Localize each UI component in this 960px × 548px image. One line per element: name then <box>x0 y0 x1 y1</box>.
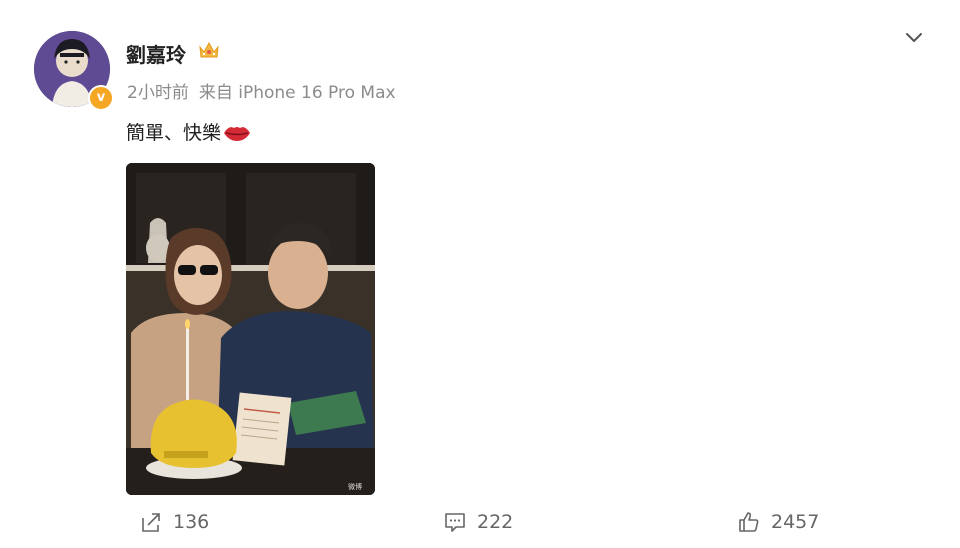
post-text-content: 簡單、快樂 <box>126 122 222 144</box>
like-button[interactable]: 2457 <box>737 510 819 534</box>
share-button[interactable]: 136 <box>139 510 209 534</box>
post-time[interactable]: 2小时前 <box>127 83 189 103</box>
crown-icon <box>199 41 219 58</box>
post-meta: 2小时前 来自 iPhone 16 Pro Max <box>127 78 396 103</box>
comment-button[interactable]: 222 <box>443 510 513 534</box>
thumbs-up-icon <box>739 512 759 532</box>
post-source: 来自 iPhone 16 Pro Max <box>198 83 396 103</box>
comment-count: 222 <box>477 511 514 533</box>
lips-emoji-icon <box>224 127 251 141</box>
svg-text:微博: 微博 <box>348 482 362 491</box>
post-text: 簡單、快樂 <box>126 118 251 145</box>
post-photo[interactable]: 微博 <box>126 163 375 495</box>
username[interactable]: 劉嘉玲 <box>126 39 186 68</box>
comment-icon <box>445 513 465 532</box>
share-icon <box>142 513 160 532</box>
like-count: 2457 <box>771 511 820 533</box>
verified-badge: v <box>88 85 114 111</box>
chevron-down-icon[interactable] <box>900 26 928 48</box>
post-photo-image: 微博 <box>126 163 375 495</box>
post-actions: 136 222 2457 <box>0 510 960 540</box>
share-count: 136 <box>173 511 210 533</box>
